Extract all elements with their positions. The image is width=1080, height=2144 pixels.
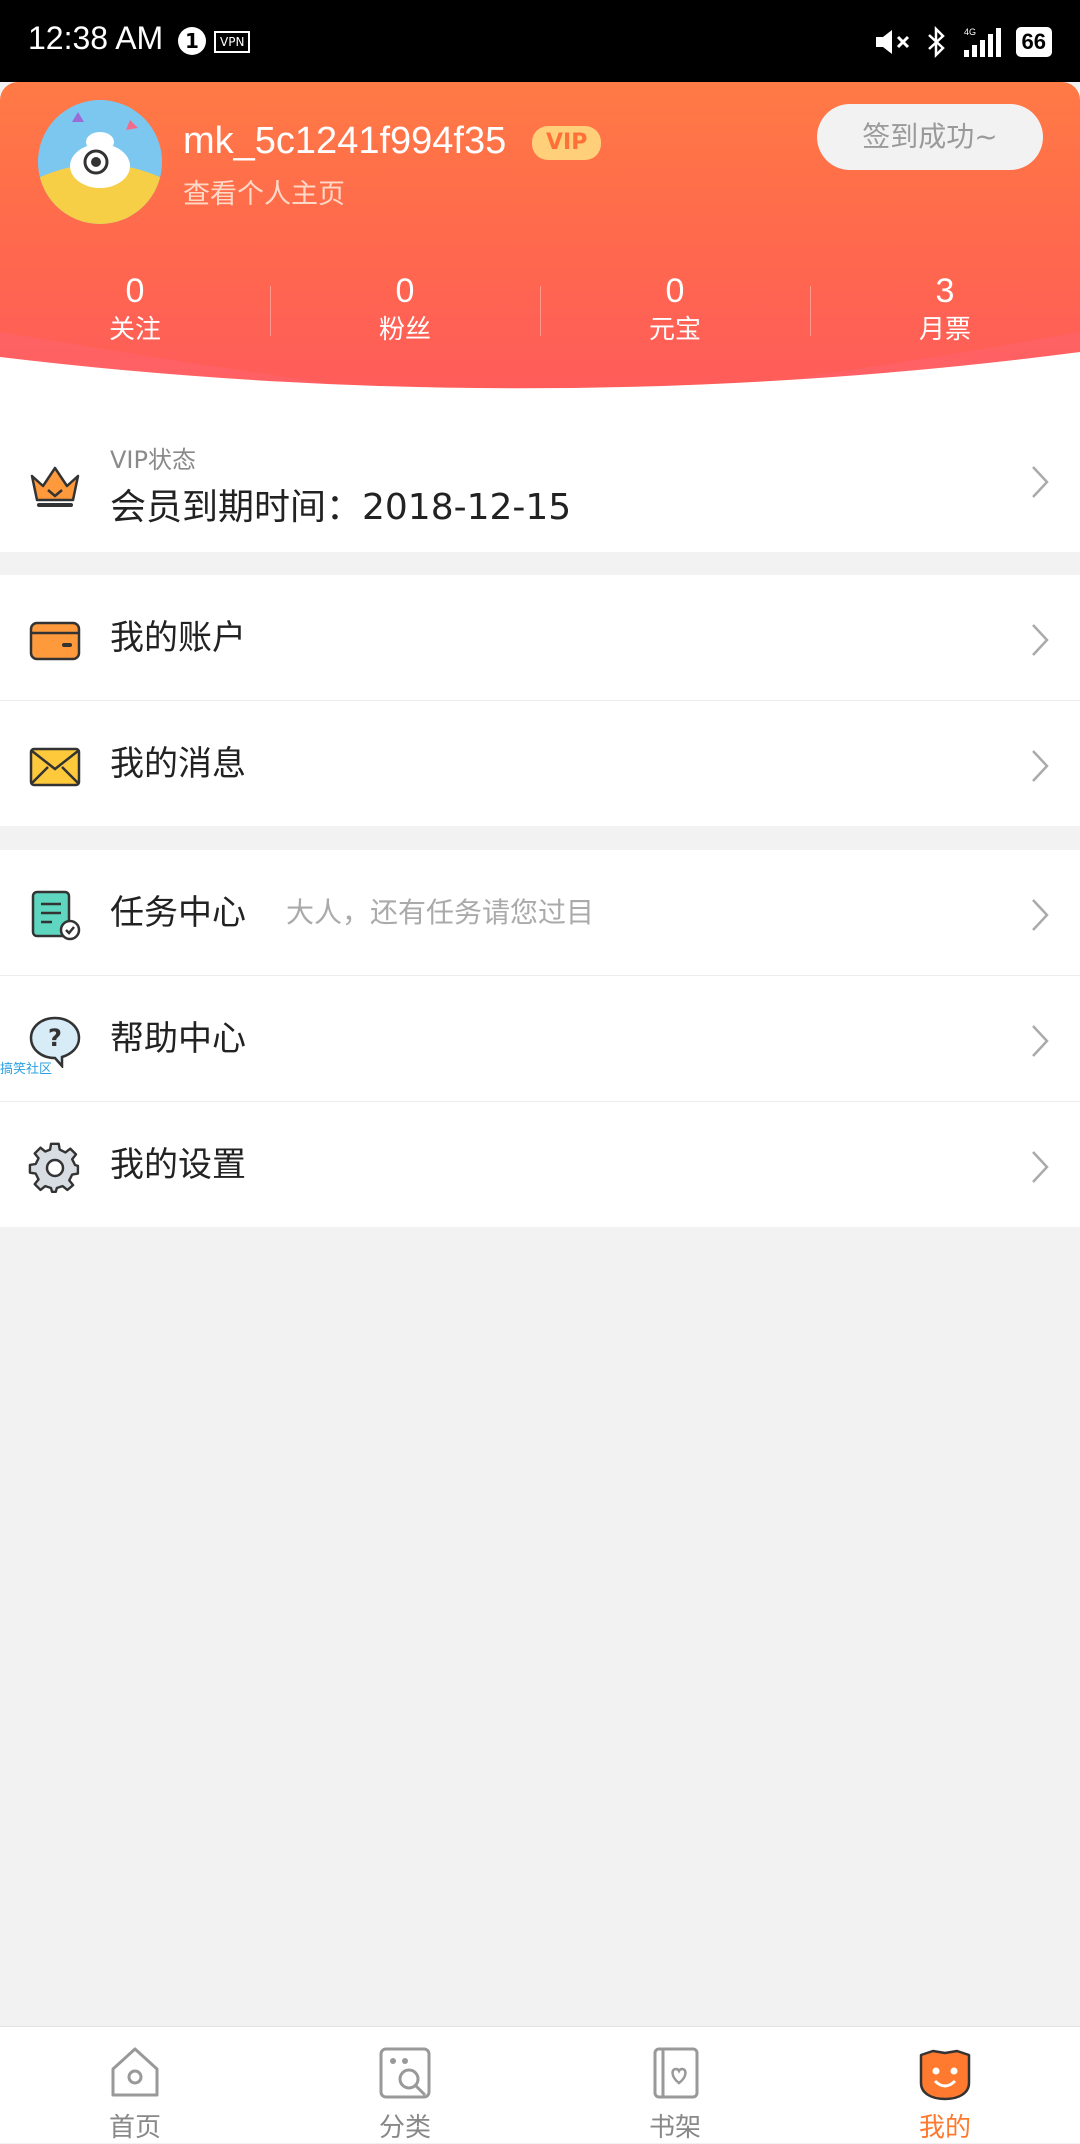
vip-status-row[interactable]: VIP状态 会员到期时间：2018-12-15 (0, 412, 1080, 552)
mine-cat-icon (919, 2049, 971, 2101)
network-type: 4G (964, 27, 976, 37)
crown-icon (30, 466, 80, 507)
notification-count-icon: 1 (178, 27, 206, 55)
my-account-row[interactable]: 我的账户 (0, 575, 1080, 701)
tab-category[interactable]: 分类 (270, 2027, 540, 2143)
tab-label: 我的 (918, 2113, 971, 2143)
gear-icon (28, 1142, 80, 1194)
stat-value: 0 (395, 272, 415, 310)
stat-label: 粉丝 (378, 315, 431, 345)
bottom-tab-bar: 首页 分类 书架 我的 (0, 2026, 1080, 2143)
mute-icon (875, 30, 909, 54)
signal-icon: 4G (963, 27, 1001, 57)
chevron-right-icon (1032, 1151, 1049, 1183)
tasks-section: 任务中心 大人，还有任务请您过目 ? 帮助中心 我的设置 (0, 850, 1080, 1227)
chevron-right-icon (1032, 750, 1049, 782)
chevron-right-icon (1032, 466, 1049, 498)
vip-section: VIP状态 会员到期时间：2018-12-15 (0, 412, 1080, 552)
chevron-right-icon (1032, 1025, 1049, 1057)
tab-label: 首页 (108, 2113, 161, 2143)
signin-button[interactable]: 签到成功~ (817, 104, 1043, 170)
task-center-label: 任务中心 (110, 893, 246, 933)
category-icon (379, 2047, 431, 2099)
stat-following[interactable]: 0 关注 (0, 270, 270, 350)
vip-badge: VIP (532, 126, 602, 160)
tab-bookshelf[interactable]: 书架 (540, 2027, 810, 2143)
vpn-icon: VPN (214, 31, 251, 53)
stat-coins[interactable]: 0 元宝 (540, 270, 810, 350)
status-time: 12:38 AM (28, 20, 164, 56)
bluetooth-icon (927, 26, 945, 58)
svg-text:?: ? (48, 1024, 62, 1052)
stat-label: 元宝 (648, 315, 701, 345)
view-profile-link[interactable]: 查看个人主页 (183, 172, 345, 211)
stat-label: 关注 (108, 315, 161, 345)
tab-label: 书架 (648, 2113, 701, 2143)
battery-icon: 66 (1015, 27, 1052, 57)
chevron-right-icon (1032, 899, 1049, 931)
tab-label: 分类 (378, 2113, 431, 2143)
my-messages-row[interactable]: 我的消息 (0, 701, 1080, 826)
watermark: 搞笑社区 (0, 1062, 53, 1077)
profile-header: mk_5c1241f994f35 VIP 查看个人主页 签到成功~ 0 关注 0… (0, 82, 1080, 412)
username[interactable]: mk_5c1241f994f35 (183, 120, 506, 163)
vip-status-title: VIP状态 (110, 446, 196, 474)
stat-value: 0 (125, 272, 145, 310)
stats-bar: 0 关注 0 粉丝 0 元宝 3 月票 (0, 270, 1080, 350)
status-icons: 4G 66 (874, 22, 1052, 62)
chevron-right-icon (1032, 624, 1049, 656)
stat-value: 0 (665, 272, 685, 310)
help-center-row[interactable]: ? 帮助中心 (0, 976, 1080, 1102)
stat-label: 月票 (918, 315, 971, 345)
home-icon (111, 2047, 159, 2097)
envelope-icon (29, 747, 81, 787)
help-center-label: 帮助中心 (110, 1019, 246, 1059)
task-center-hint: 大人，还有任务请您过目 (286, 896, 595, 929)
task-list-icon (31, 890, 81, 941)
my-settings-label: 我的设置 (110, 1145, 246, 1185)
my-account-label: 我的账户 (110, 618, 246, 658)
wallet-icon (29, 621, 81, 661)
tab-home[interactable]: 首页 (0, 2027, 270, 2143)
my-messages-label: 我的消息 (110, 744, 246, 784)
bookshelf-icon (653, 2047, 699, 2099)
stat-fans[interactable]: 0 粉丝 (270, 270, 540, 350)
account-section: 我的账户 我的消息 (0, 575, 1080, 826)
vip-expiry: 会员到期时间：2018-12-15 (110, 487, 572, 528)
avatar-image-icon (38, 100, 162, 224)
status-bar: 12:38 AM 1 VPN 4G 66 (0, 0, 1080, 82)
my-settings-row[interactable]: 我的设置 (0, 1102, 1080, 1227)
stat-monthly-tickets[interactable]: 3 月票 (810, 270, 1080, 350)
avatar[interactable] (38, 100, 162, 224)
stat-value: 3 (935, 272, 955, 310)
task-center-row[interactable]: 任务中心 大人，还有任务请您过目 (0, 850, 1080, 976)
tab-mine[interactable]: 我的 (810, 2027, 1080, 2143)
